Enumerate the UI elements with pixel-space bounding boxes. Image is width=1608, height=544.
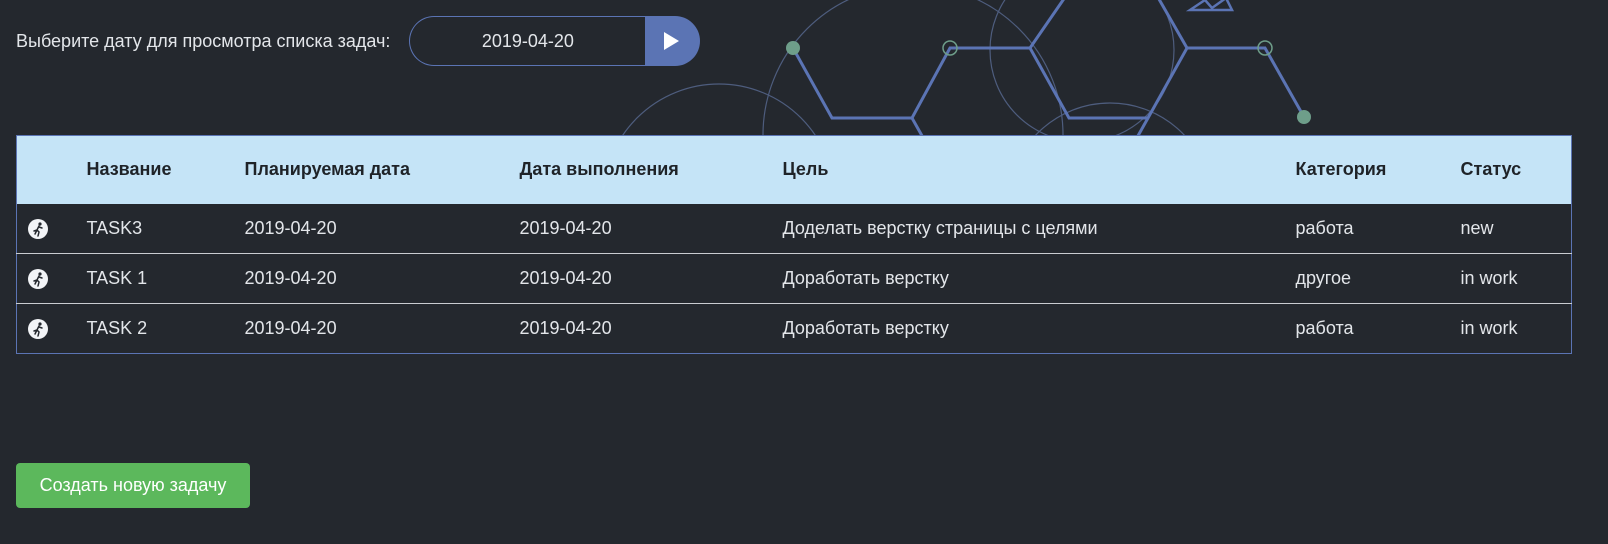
task-category: другое (1295, 253, 1461, 304)
table-row[interactable]: TASK 1 2019-04-20 2019-04-20 Доработать … (16, 253, 1572, 304)
task-planned-date: 2019-04-20 (244, 303, 520, 354)
task-name: TASK 2 (86, 303, 245, 354)
task-done-date: 2019-04-20 (519, 253, 783, 304)
task-goal: Доработать верстку (782, 303, 1296, 354)
header-planned-date[interactable]: Планируемая дата (244, 135, 520, 204)
header-done-date[interactable]: Дата выполнения (519, 135, 783, 204)
task-goal: Доработать верстку (782, 253, 1296, 304)
page: Выберите дату для просмотра списка задач… (0, 0, 1608, 544)
header-name[interactable]: Название (86, 135, 245, 204)
task-done-date: 2019-04-20 (519, 303, 783, 354)
tasks-table: Название Планируемая дата Дата выполнени… (16, 135, 1572, 354)
task-planned-date: 2019-04-20 (244, 217, 337, 238)
task-status: in work (1460, 303, 1572, 354)
task-name: TASK3 (86, 217, 143, 238)
date-filter-label: Выберите дату для просмотра списка задач… (16, 30, 391, 51)
play-icon (663, 32, 679, 50)
table-header-row: Название Планируемая дата Дата выполнени… (16, 135, 1572, 204)
header-goal[interactable]: Цель (782, 135, 1296, 204)
task-category: работа (1295, 217, 1354, 238)
runner-icon[interactable] (28, 218, 48, 239)
table-row[interactable]: TASK3 2019-04-20 2019-04-20 Доделать вер… (17, 204, 1572, 254)
runner-icon[interactable] (28, 269, 48, 290)
task-done-date: 2019-04-20 (519, 217, 612, 238)
header-icon-column (16, 135, 87, 204)
task-status: new (1460, 217, 1494, 238)
header-category[interactable]: Категория (1295, 135, 1461, 204)
date-input[interactable] (409, 16, 646, 66)
create-task-button[interactable]: Создать новую задачу (16, 463, 250, 508)
task-planned-date: 2019-04-20 (244, 253, 520, 304)
runner-icon[interactable] (28, 319, 48, 340)
show-tasks-button[interactable] (645, 16, 701, 66)
table-row[interactable]: TASK 2 2019-04-20 2019-04-20 Доработать … (16, 303, 1572, 354)
date-filter-bar: Выберите дату для просмотра списка задач… (16, 16, 701, 66)
task-goal: Доделать верстку страницы с целями (782, 217, 1098, 238)
header-status[interactable]: Статус (1460, 135, 1572, 204)
task-name: TASK 1 (86, 253, 245, 304)
date-input-group (409, 16, 701, 66)
task-category: работа (1295, 303, 1461, 354)
task-status: in work (1460, 253, 1572, 304)
